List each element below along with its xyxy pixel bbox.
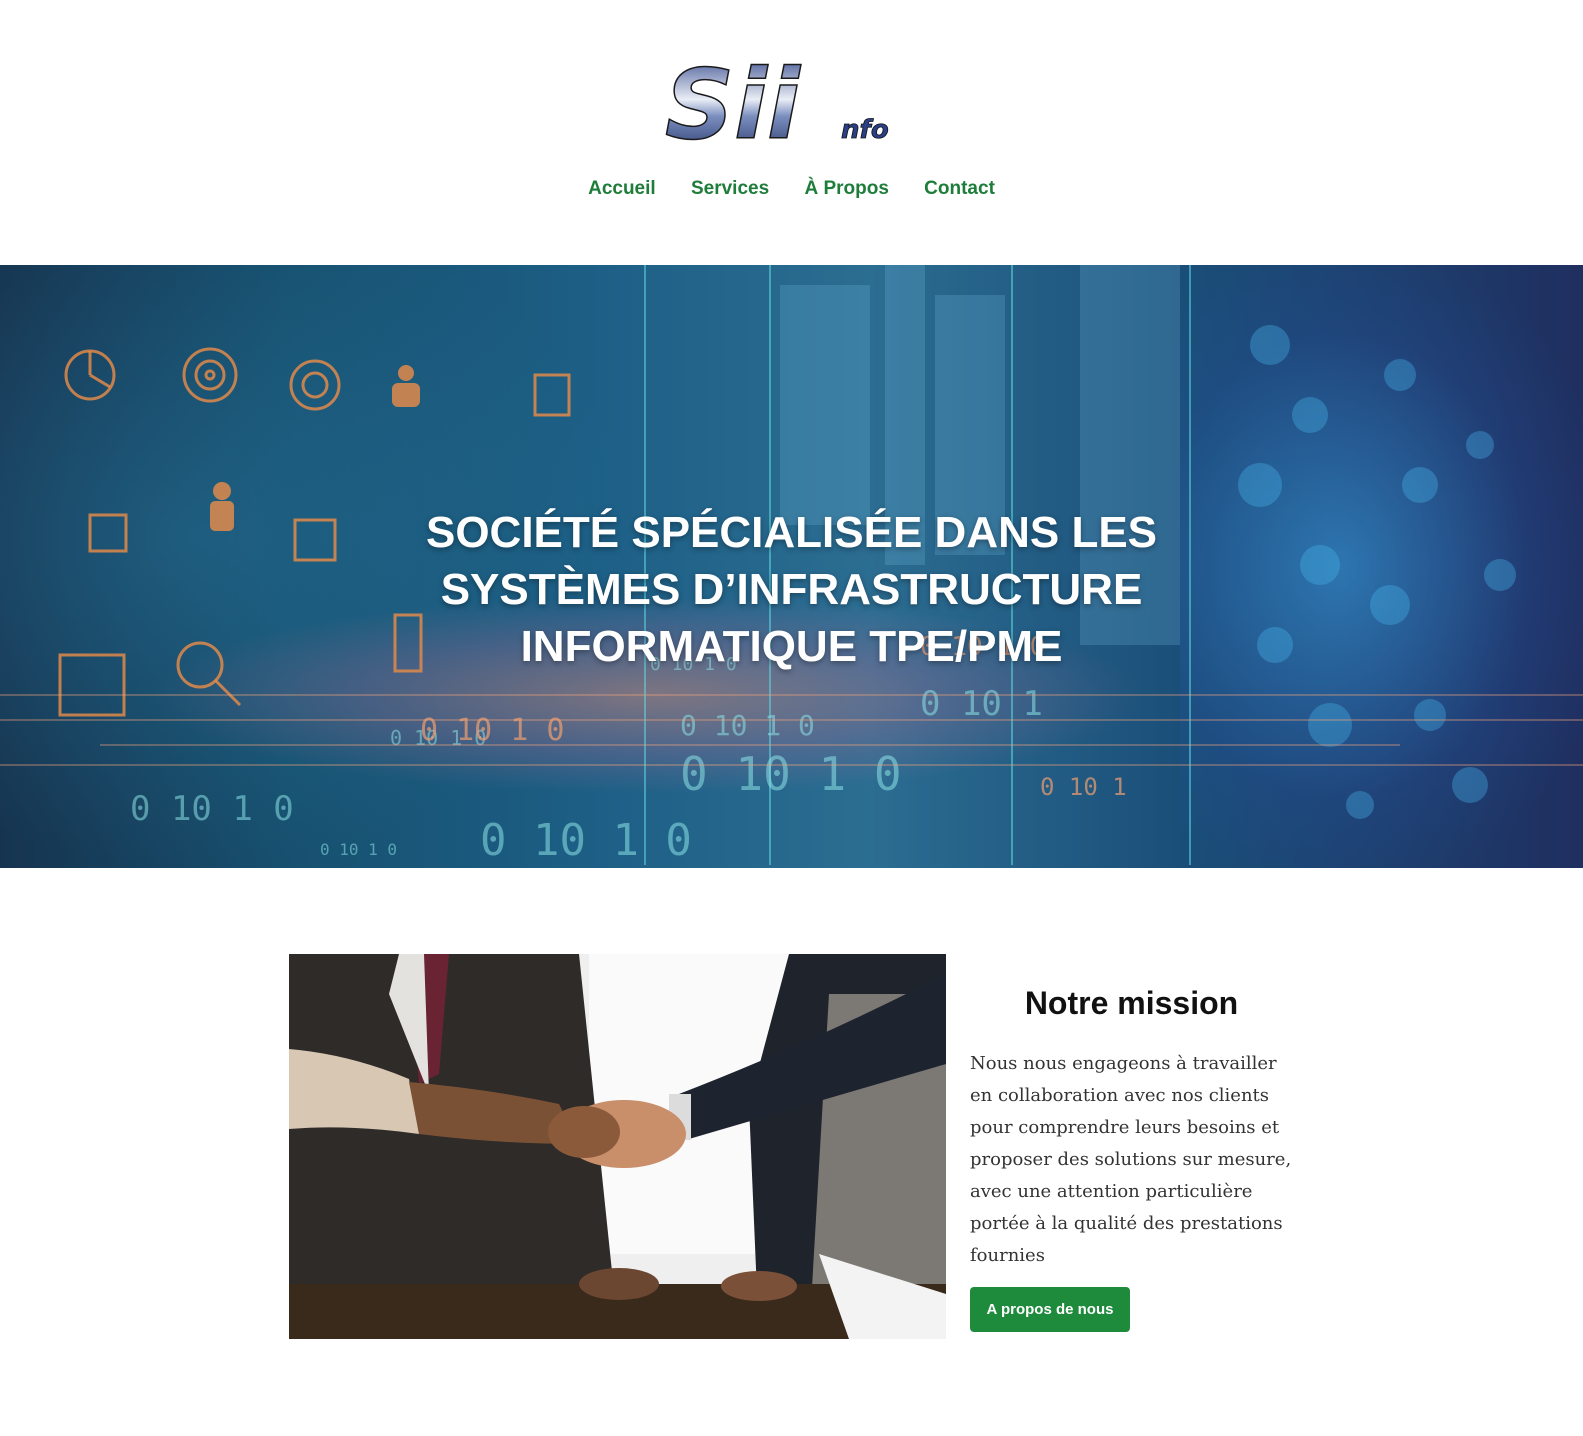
mission-handshake-photo xyxy=(289,954,946,1339)
svg-text:0 10 1: 0 10 1 xyxy=(920,684,1043,724)
logo-suffix: nfo xyxy=(841,115,889,145)
svg-text:0 10 1: 0 10 1 xyxy=(1040,773,1127,801)
svg-text:0 10 1 0: 0 10 1 0 xyxy=(680,709,815,742)
hero-banner: 0 10 1 0 0 10 1 0 0 10 1 0 0 10 1 0 0 10… xyxy=(0,265,1583,868)
nav-item-accueil[interactable]: Accueil xyxy=(588,178,656,200)
site-header: Sii nfo Accueil Services À Propos Contac… xyxy=(0,0,1583,265)
logo-mark: Sii xyxy=(665,60,801,146)
main-nav: Accueil Services À Propos Contact xyxy=(0,178,1583,200)
svg-text:0 10 1 0: 0 10 1 0 xyxy=(680,747,902,801)
nav-item-contact[interactable]: Contact xyxy=(924,178,995,200)
svg-text:0 10 1 0: 0 10 1 0 xyxy=(480,815,692,866)
hero-title: SOCIÉTÉ SPÉCIALISÉE DANS LES SYSTÈMES D’… xyxy=(425,508,1158,672)
handshake-illustration xyxy=(289,954,946,1339)
about-us-button[interactable]: A propos de nous xyxy=(970,1287,1130,1332)
mission-title: Notre mission xyxy=(1024,984,1239,1021)
svg-text:0 10 1 0: 0 10 1 0 xyxy=(130,789,294,829)
site-logo[interactable]: Sii nfo xyxy=(665,60,915,146)
nav-item-a-propos[interactable]: À Propos xyxy=(804,178,888,200)
svg-text:0 10 1 0: 0 10 1 0 xyxy=(420,713,565,748)
nav-item-services[interactable]: Services xyxy=(691,178,769,200)
mission-description: Nous nous engageons à travailler en coll… xyxy=(970,1053,1292,1266)
svg-text:0 10 1 0: 0 10 1 0 xyxy=(320,840,397,859)
